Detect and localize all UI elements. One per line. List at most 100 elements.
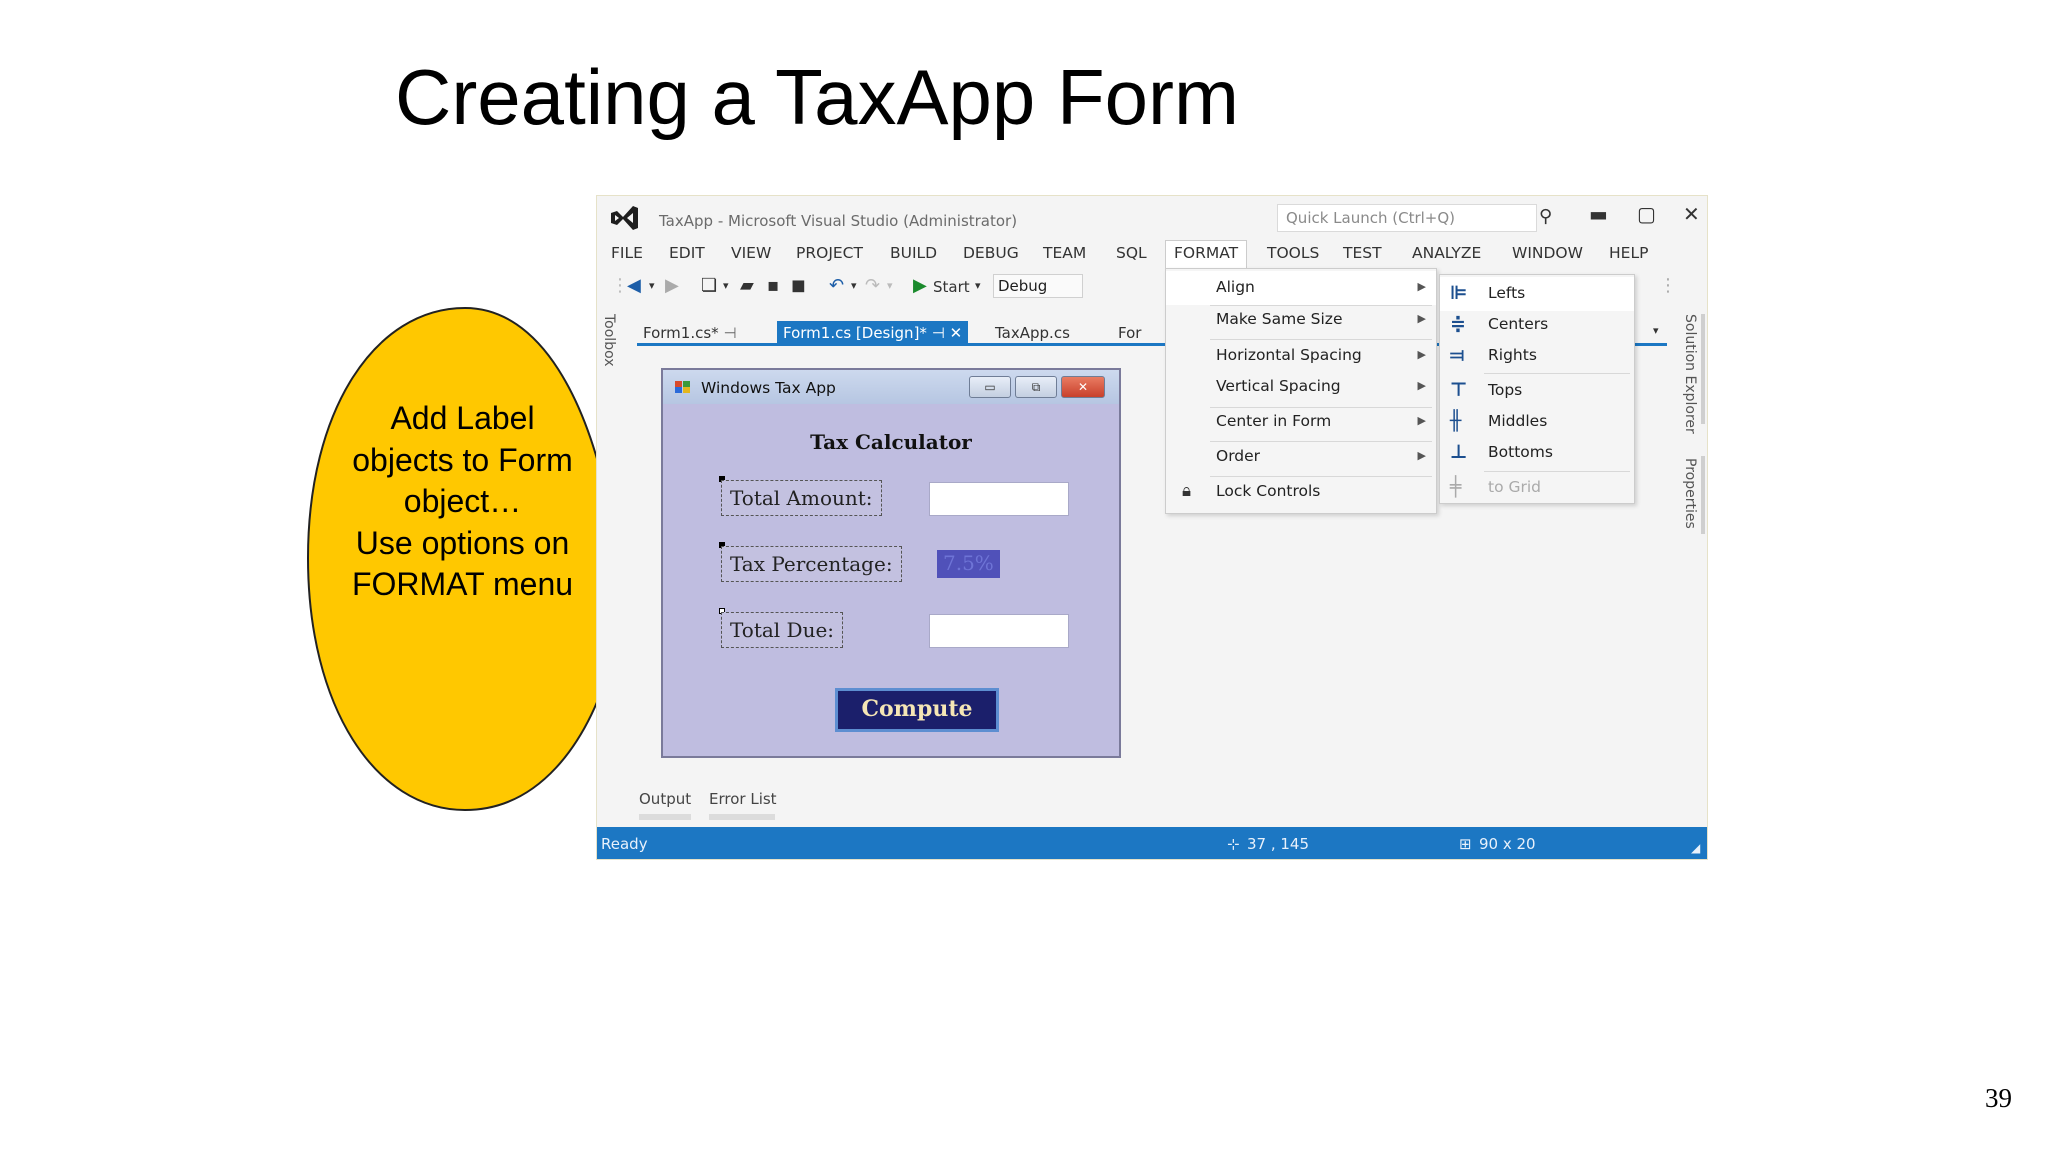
minimize-button[interactable]: ▬ xyxy=(1589,202,1608,226)
undo-dropdown-icon[interactable]: ▾ xyxy=(851,279,857,292)
lock-icon: 🔒︎ xyxy=(1182,481,1192,501)
format-menu-center-in-form[interactable]: Center in Form ▶ xyxy=(1166,405,1436,439)
menu-edit[interactable]: EDIT xyxy=(669,244,705,262)
align-to-grid[interactable]: ╪ to Grid xyxy=(1440,471,1634,505)
menu-window[interactable]: WINDOW xyxy=(1512,244,1583,262)
menu-bar: FILE EDIT VIEW PROJECT BUILD DEBUG TEAM … xyxy=(597,240,1707,268)
format-menu-vertical-spacing[interactable]: Vertical Spacing ▶ xyxy=(1166,370,1436,404)
align-tops-icon: ⊤ xyxy=(1450,379,1468,401)
tab-form1-design[interactable]: Form1.cs [Design]* ⊣ ✕ xyxy=(777,321,969,346)
tab-form1-code[interactable]: Form1.cs* ⊣ xyxy=(637,321,743,346)
menu-project[interactable]: PROJECT xyxy=(796,244,863,262)
format-menu-make-same-size[interactable]: Make Same Size ▶ xyxy=(1166,303,1436,337)
format-menu-horizontal-spacing[interactable]: Horizontal Spacing ▶ xyxy=(1166,339,1436,373)
resize-grip-icon[interactable]: ◢ xyxy=(1691,841,1700,855)
quick-launch-input[interactable]: Quick Launch (Ctrl+Q) xyxy=(1277,204,1537,232)
pin-icon[interactable]: ⊣ xyxy=(723,324,736,342)
pin-icon[interactable]: ⊣ xyxy=(932,324,945,342)
menu-file[interactable]: FILE xyxy=(611,244,643,262)
save-icon[interactable]: ▪ xyxy=(767,275,779,296)
tax-percentage-label[interactable]: Tax Percentage: xyxy=(721,546,902,582)
menu-item-label: Lefts xyxy=(1488,284,1526,302)
menu-debug[interactable]: DEBUG xyxy=(963,244,1019,262)
start-dropdown-icon[interactable]: ▾ xyxy=(975,279,981,292)
tab-label: Form1.cs* xyxy=(643,324,719,342)
solution-explorer-panel-tab[interactable]: Solution Explorer xyxy=(1682,314,1698,434)
new-project-icon[interactable]: ❏ xyxy=(701,275,717,296)
align-centers-icon: ≑ xyxy=(1450,313,1466,335)
menu-sql[interactable]: SQL xyxy=(1116,244,1147,262)
search-icon[interactable]: ⚲ xyxy=(1539,206,1552,227)
menu-item-label: Make Same Size xyxy=(1216,310,1343,328)
menu-item-label: Lock Controls xyxy=(1216,482,1321,500)
align-lefts[interactable]: ⊫ Lefts xyxy=(1440,277,1634,311)
status-bar: Ready ⊹ 37 , 145 ⊞ 90 x 20 ◢ xyxy=(597,827,1707,859)
menu-item-label: Tops xyxy=(1488,381,1523,399)
error-list-tab[interactable]: Error List xyxy=(709,790,777,808)
output-tab[interactable]: Output xyxy=(639,790,691,808)
designer-form[interactable]: Windows Tax App ▭ ⧉ ✕ Tax Calculator Tot… xyxy=(661,368,1121,758)
visual-studio-logo-icon xyxy=(611,206,638,230)
tab-label: For xyxy=(1118,324,1142,342)
back-dropdown-icon[interactable]: ▾ xyxy=(649,279,655,292)
format-menu-order[interactable]: Order ▶ xyxy=(1166,440,1436,474)
slide-title: Creating a TaxApp Form xyxy=(395,53,1239,141)
format-menu-align[interactable]: Align ▶ xyxy=(1166,271,1436,305)
toolbox-panel-tab[interactable]: Toolbox xyxy=(601,314,617,367)
tax-percentage-value[interactable]: 7.5% xyxy=(937,550,1000,578)
redo-dropdown-icon[interactable]: ▾ xyxy=(887,279,893,292)
form-close-button[interactable]: ✕ xyxy=(1061,376,1105,398)
undo-icon[interactable]: ↶ xyxy=(829,275,844,296)
menu-format[interactable]: FORMAT xyxy=(1165,240,1248,268)
form-minimize-button[interactable]: ▭ xyxy=(969,376,1011,398)
tab-overflow[interactable]: For xyxy=(1112,321,1147,346)
start-icon[interactable]: ▶ xyxy=(913,275,927,296)
align-rights[interactable]: ⫤ Rights xyxy=(1440,339,1634,373)
align-bottoms[interactable]: ⊥ Bottoms xyxy=(1440,436,1634,470)
maximize-button[interactable]: ▢ xyxy=(1637,202,1656,226)
form-maximize-button[interactable]: ⧉ xyxy=(1015,376,1057,398)
solution-config-select[interactable]: Debug xyxy=(993,274,1083,298)
redo-icon[interactable]: ↷ xyxy=(865,275,880,296)
start-button-label[interactable]: Start xyxy=(933,278,970,296)
align-middles[interactable]: ╫ Middles xyxy=(1440,405,1634,439)
format-menu-lock-controls[interactable]: 🔒︎ Lock Controls xyxy=(1166,475,1436,509)
menu-item-label: Vertical Spacing xyxy=(1216,377,1341,395)
forward-icon[interactable]: ▶ xyxy=(665,275,679,296)
tab-list-dropdown-icon[interactable]: ▾ xyxy=(1647,321,1665,346)
properties-panel-tab[interactable]: Properties xyxy=(1682,458,1698,529)
menu-test[interactable]: TEST xyxy=(1343,244,1382,262)
page-number: 39 xyxy=(1985,1083,2012,1113)
tab-taxapp-code[interactable]: TaxApp.cs xyxy=(989,321,1076,346)
bottom-panel-tabs: Output Error List xyxy=(597,784,1707,824)
align-middles-icon: ╫ xyxy=(1450,410,1462,432)
compute-button[interactable]: Compute xyxy=(835,688,999,732)
total-amount-label[interactable]: Total Amount: xyxy=(721,480,882,516)
align-rights-icon: ⫤ xyxy=(1450,344,1465,366)
toolbar-overflow-icon[interactable]: ⋮ xyxy=(1659,275,1677,296)
menu-tools[interactable]: TOOLS xyxy=(1267,244,1319,262)
menu-item-label: Center in Form xyxy=(1216,412,1332,430)
menu-team[interactable]: TEAM xyxy=(1043,244,1086,262)
close-tab-icon[interactable]: ✕ xyxy=(950,324,963,342)
submenu-arrow-icon: ▶ xyxy=(1417,449,1426,462)
total-due-input[interactable] xyxy=(929,614,1069,648)
total-due-label[interactable]: Total Due: xyxy=(721,612,844,648)
save-all-icon[interactable]: ◼ xyxy=(791,275,806,296)
total-amount-input[interactable] xyxy=(929,482,1069,516)
form-app-icon xyxy=(675,381,690,393)
back-icon[interactable]: ◀ xyxy=(627,275,641,296)
new-project-dropdown-icon[interactable]: ▾ xyxy=(723,279,729,292)
menu-view[interactable]: VIEW xyxy=(731,244,771,262)
menu-help[interactable]: HELP xyxy=(1609,244,1648,262)
title-bar: TaxApp - Microsoft Visual Studio (Admini… xyxy=(597,196,1707,240)
menu-build[interactable]: BUILD xyxy=(890,244,937,262)
align-tops[interactable]: ⊤ Tops xyxy=(1440,374,1634,408)
menu-analyze[interactable]: ANALYZE xyxy=(1412,244,1481,262)
close-button[interactable]: ✕ xyxy=(1683,202,1700,226)
align-centers[interactable]: ≑ Centers xyxy=(1440,308,1634,342)
menu-item-label: Horizontal Spacing xyxy=(1216,346,1362,364)
open-file-icon[interactable]: ▰ xyxy=(740,275,754,296)
tab-label: TaxApp.cs xyxy=(995,324,1070,342)
menu-item-label: Align xyxy=(1216,278,1255,296)
